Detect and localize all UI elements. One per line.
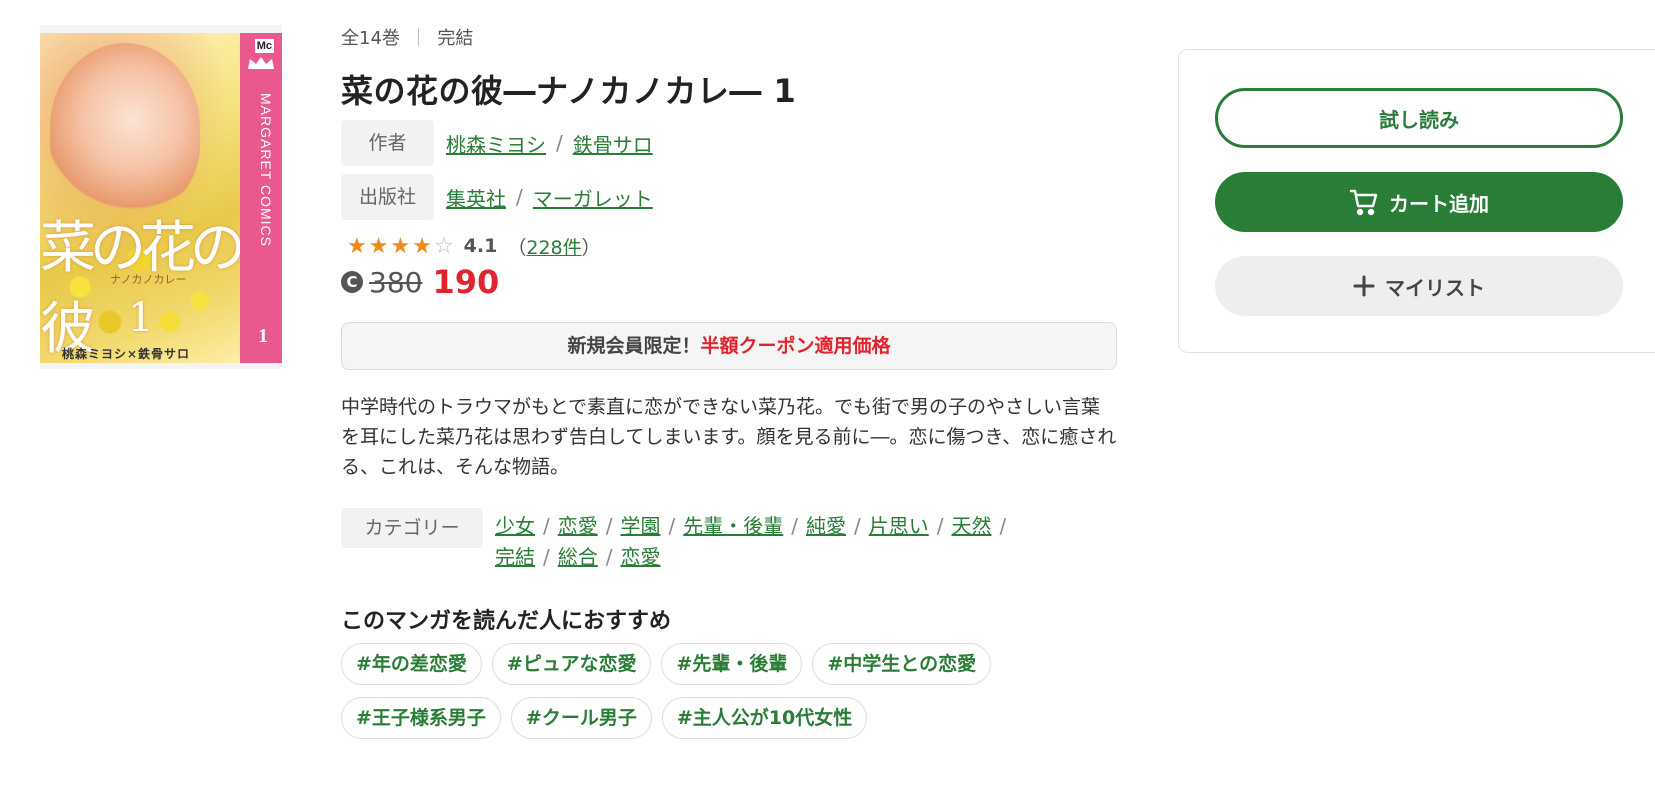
- cover-illustration-face: [50, 43, 200, 213]
- category-separator: /: [605, 514, 613, 538]
- category-separator: /: [854, 514, 861, 538]
- tag-chip[interactable]: #王子様系男子: [341, 697, 501, 739]
- rating-value: 4.1: [463, 235, 498, 257]
- category-separator: /: [791, 514, 798, 538]
- completion-status: 完結: [437, 28, 474, 49]
- add-to-mylist-button[interactable]: マイリスト: [1215, 256, 1623, 316]
- publisher-link[interactable]: 集英社: [446, 183, 506, 212]
- star-empty-icon: ☆: [433, 233, 454, 259]
- category-separator: /: [543, 514, 550, 538]
- star-icon: ★: [412, 233, 432, 259]
- review-count: （228件）: [507, 236, 601, 259]
- crown-icon: [248, 57, 274, 69]
- coupon-prefix: 新規会員限定！: [567, 335, 701, 357]
- category-label: カテゴリー: [341, 508, 483, 548]
- publisher-row: 出版社 集英社 / マーガレット: [341, 174, 1118, 220]
- review-count-link[interactable]: 228件: [526, 237, 581, 259]
- original-price: 380: [369, 265, 423, 299]
- cover-series: MARGARET COMICS: [258, 93, 274, 247]
- add-to-cart-label: カート追加: [1389, 191, 1489, 216]
- add-to-mylist-label: マイリスト: [1385, 275, 1485, 300]
- tag-chip[interactable]: #主人公が10代女性: [661, 697, 868, 739]
- coupon-highlight: 半額クーポン適用価格: [700, 335, 891, 357]
- description: 中学時代のトラウマがもとで素直に恋ができない菜乃花。でも街で男の子のやさしい言葉…: [341, 396, 1117, 478]
- tag-chip[interactable]: #クール男子: [510, 697, 652, 739]
- label-link[interactable]: マーガレット: [533, 183, 653, 212]
- category-link[interactable]: 完結: [495, 545, 535, 569]
- category-separator: /: [936, 514, 944, 538]
- tag-chip[interactable]: #ピュアな恋愛: [491, 643, 652, 685]
- trial-read-button[interactable]: 試し読み: [1215, 88, 1623, 148]
- category-link[interactable]: 恋愛: [621, 545, 661, 569]
- category-link[interactable]: 学園: [621, 514, 661, 538]
- category-link[interactable]: 少女: [495, 514, 535, 538]
- cover-subtitle: ナノカノカレー: [110, 273, 187, 286]
- meta-divider: ｜: [409, 28, 428, 49]
- category-separator: /: [605, 545, 613, 569]
- category-row: カテゴリー 少女 / 恋愛 / 学園 / 先輩・後輩 / 純愛 / 片思い / 天然 / 完結 / 総合 / 恋愛: [341, 508, 1118, 573]
- price: C 380 190: [341, 262, 1118, 302]
- tag-chip[interactable]: #年の差恋愛: [341, 643, 482, 685]
- author-row: 作者 桃森ミヨシ / 鉄骨サロ: [341, 120, 1118, 166]
- cover-number: 1: [128, 295, 154, 341]
- author-label: 作者: [341, 120, 434, 166]
- discounted-price: 190: [432, 263, 500, 301]
- book-cover[interactable]: 菜の花の彼 ナノカノカレー 1 桃森ミヨシ×鉄骨サロ Mc MARGARET C…: [40, 25, 282, 369]
- cover-art: 菜の花の彼 ナノカノカレー 1 桃森ミヨシ×鉄骨サロ Mc MARGARET C…: [40, 33, 282, 363]
- star-icon: ★: [390, 233, 411, 259]
- author-separator: /: [556, 131, 563, 155]
- category-separator: /: [668, 514, 676, 538]
- star-icon: ★: [347, 233, 367, 259]
- category-link[interactable]: 天然: [952, 514, 992, 538]
- star-icon: ★: [368, 233, 389, 259]
- category-link[interactable]: 先輩・後輩: [683, 514, 783, 538]
- page-title: 菜の花の彼―ナノカノカレ― 1: [341, 72, 797, 110]
- recommend-tags: #年の差恋愛 #ピュアな恋愛 #先輩・後輩 #中学生との恋愛 #王子様系男子 #…: [341, 643, 1101, 751]
- coupon-banner[interactable]: 新規会員限定！半額クーポン適用価格: [341, 322, 1117, 370]
- cart-icon: [1349, 187, 1379, 217]
- author-link-2[interactable]: 鉄骨サロ: [573, 129, 653, 158]
- category-link[interactable]: 純愛: [806, 514, 846, 538]
- category-link[interactable]: 総合: [558, 545, 598, 569]
- category-link[interactable]: 恋愛: [558, 514, 598, 538]
- trial-read-label: 試し読み: [1379, 107, 1459, 132]
- volume-status: 全14巻 ｜ 完結: [341, 24, 1118, 52]
- cover-logo: Mc: [254, 39, 274, 53]
- category-separator: /: [999, 514, 1007, 538]
- add-to-cart-button[interactable]: カート追加: [1215, 172, 1623, 232]
- recommend-title: このマンガを読んだ人におすすめ: [341, 609, 672, 634]
- book-info: 全14巻 ｜ 完結 菜の花の彼―ナノカノカレ― 1 作者 桃森ミヨシ / 鉄骨サ…: [341, 24, 1118, 751]
- plus-icon: [1353, 275, 1375, 297]
- action-panel: 試し読み カート追加 マイリスト: [1178, 49, 1655, 353]
- category-separator: /: [543, 545, 550, 569]
- category-link[interactable]: 片思い: [869, 514, 929, 538]
- cover-volume: 1: [258, 325, 268, 347]
- publisher-label: 出版社: [341, 174, 434, 220]
- cover-authors: 桃森ミヨシ×鉄骨サロ: [62, 347, 191, 361]
- tag-chip[interactable]: #中学生との恋愛: [812, 643, 992, 685]
- tag-chip[interactable]: #先輩・後輩: [661, 643, 803, 685]
- cover-spine: Mc MARGARET COMICS 1: [240, 33, 282, 363]
- rating: ★ ★ ★ ★ ☆ 4.1 （228件）: [341, 232, 1118, 260]
- category-links: 少女 / 恋愛 / 学園 / 先輩・後輩 / 純愛 / 片思い / 天然 / 完結 / 総合 / 恋愛: [495, 508, 1055, 573]
- publisher-separator: /: [516, 185, 523, 209]
- author-link-1[interactable]: 桃森ミヨシ: [446, 129, 546, 158]
- volume-count: 全14巻: [341, 28, 400, 49]
- coin-icon: C: [341, 271, 363, 293]
